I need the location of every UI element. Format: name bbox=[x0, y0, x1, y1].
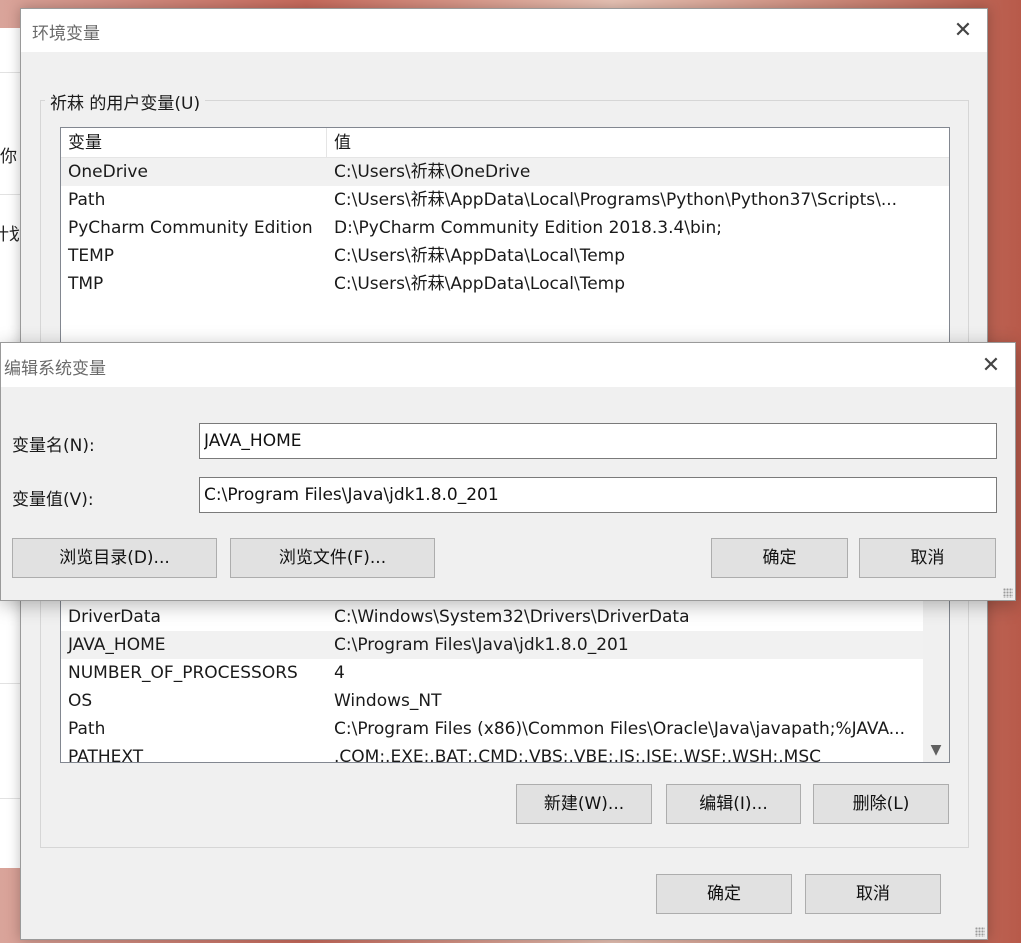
resize-grip-icon[interactable] bbox=[1003, 588, 1013, 598]
cancel-button[interactable]: 取消 bbox=[805, 874, 941, 914]
list-row[interactable]: Path C:\Program Files (x86)\Common Files… bbox=[61, 715, 949, 743]
background-text: 你 bbox=[0, 147, 17, 167]
title-bar: 编辑系统变量 ✕ bbox=[1, 343, 1015, 387]
ok-button[interactable]: 确定 bbox=[711, 538, 848, 578]
variable-name: TEMP bbox=[68, 246, 115, 266]
new-button[interactable]: 新建(W)... bbox=[516, 784, 652, 824]
variable-name-input[interactable] bbox=[199, 423, 997, 459]
variable-value: C:\Users\祈菻\AppData\Local\Temp bbox=[334, 246, 626, 266]
list-row[interactable]: NUMBER_OF_PROCESSORS 4 bbox=[61, 659, 949, 687]
list-row[interactable]: PATHEXT .COM;.EXE;.BAT;.CMD;.VBS;.VBE;.J… bbox=[61, 743, 949, 763]
variable-value: C:\Program Files\Java\jdk1.8.0_201 bbox=[334, 635, 629, 655]
variable-name: Path bbox=[68, 719, 106, 739]
list-row[interactable]: OS Windows_NT bbox=[61, 687, 949, 715]
variable-name: NUMBER_OF_PROCESSORS bbox=[68, 663, 298, 683]
variable-value: D:\PyCharm Community Edition 2018.3.4\bi… bbox=[334, 218, 723, 238]
cancel-button[interactable]: 取消 bbox=[859, 538, 996, 578]
variable-value: 4 bbox=[334, 663, 345, 683]
chevron-down-icon[interactable]: ▼ bbox=[923, 742, 949, 758]
delete-button[interactable]: 删除(L) bbox=[813, 784, 949, 824]
list-header: 变量 值 bbox=[61, 128, 949, 158]
resize-grip-icon[interactable] bbox=[975, 927, 985, 937]
edit-button[interactable]: 编辑(I)... bbox=[666, 784, 801, 824]
column-header-value[interactable]: 值 bbox=[327, 128, 351, 157]
variable-value: C:\Users\祈菻\AppData\Local\Programs\Pytho… bbox=[334, 190, 898, 210]
variable-value: .COM;.EXE;.BAT;.CMD;.VBS;.VBE;.JS;.JSE;.… bbox=[334, 747, 822, 763]
list-row[interactable]: JAVA_HOME C:\Program Files\Java\jdk1.8.0… bbox=[61, 631, 949, 659]
list-row[interactable]: DriverData C:\Windows\System32\Drivers\D… bbox=[61, 603, 949, 631]
variable-value: C:\Windows\System32\Drivers\DriverData bbox=[334, 607, 690, 627]
list-row[interactable]: TMP C:\Users\祈菻\AppData\Local\Temp bbox=[61, 270, 949, 298]
user-variables-list[interactable]: 变量 值 OneDrive C:\Users\祈菻\OneDrive Path … bbox=[60, 127, 950, 377]
close-icon[interactable]: ✕ bbox=[939, 9, 987, 52]
variable-value: Windows_NT bbox=[334, 691, 442, 711]
user-variables-label: 祈菻 的用户变量(U) bbox=[45, 89, 206, 114]
variable-name: JAVA_HOME bbox=[68, 635, 166, 655]
list-row[interactable]: TEMP C:\Users\祈菻\AppData\Local\Temp bbox=[61, 242, 949, 270]
variable-name: TMP bbox=[68, 274, 104, 294]
list-row[interactable]: PyCharm Community Edition D:\PyCharm Com… bbox=[61, 214, 949, 242]
variable-value: C:\Users\祈菻\OneDrive bbox=[334, 162, 531, 182]
variable-name: OneDrive bbox=[68, 162, 148, 182]
variable-name: DriverData bbox=[68, 607, 161, 627]
ok-button[interactable]: 确定 bbox=[656, 874, 792, 914]
dialog-title: 环境变量 bbox=[32, 24, 100, 44]
list-row[interactable]: OneDrive C:\Users\祈菻\OneDrive bbox=[61, 158, 949, 186]
title-bar: 环境变量 ✕ bbox=[21, 9, 987, 52]
variable-value-input[interactable] bbox=[199, 477, 997, 513]
browse-file-button[interactable]: 浏览文件(F)... bbox=[230, 538, 435, 578]
dialog-title: 编辑系统变量 bbox=[4, 359, 106, 379]
edit-system-variable-dialog: 编辑系统变量 ✕ 变量名(N): 变量值(V): 浏览目录(D)... 浏览文件… bbox=[0, 342, 1016, 601]
close-icon[interactable]: ✕ bbox=[967, 343, 1015, 387]
variable-name: Path bbox=[68, 190, 106, 210]
browse-directory-button[interactable]: 浏览目录(D)... bbox=[12, 538, 217, 578]
column-header-variable[interactable]: 变量 bbox=[61, 128, 327, 157]
variable-value: C:\Program Files (x86)\Common Files\Orac… bbox=[334, 719, 906, 739]
list-row[interactable]: Path C:\Users\祈菻\AppData\Local\Programs\… bbox=[61, 186, 949, 214]
variable-name: PyCharm Community Edition bbox=[68, 218, 313, 238]
variable-name: PATHEXT bbox=[68, 747, 144, 763]
variable-value: C:\Users\祈菻\AppData\Local\Temp bbox=[334, 274, 626, 294]
variable-value-label: 变量值(V): bbox=[12, 490, 94, 510]
variable-name: OS bbox=[68, 691, 93, 711]
variable-name-label: 变量名(N): bbox=[12, 436, 95, 456]
